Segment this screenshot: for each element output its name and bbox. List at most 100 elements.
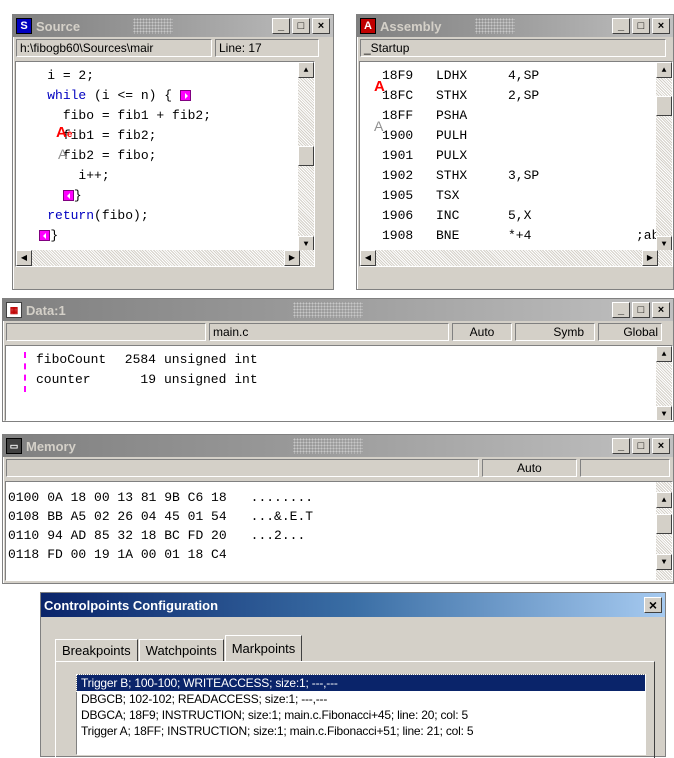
close-button[interactable]: × [652, 302, 670, 318]
maximize-button[interactable]: □ [632, 438, 650, 454]
scroll-thumb[interactable] [656, 514, 672, 534]
source-window-icon: S [16, 18, 32, 34]
variable-row[interactable]: counter 19 unsigned int [36, 372, 258, 387]
close-button[interactable]: × [652, 18, 670, 34]
assembly-row[interactable]: 18FF PSHA [382, 108, 672, 123]
tab-watchpoints[interactable]: Watchpoints [138, 639, 224, 662]
scroll-right-icon[interactable]: ▶ [284, 250, 300, 266]
assembly-window: A Assembly _ □ × _Startup 18F9 LDHX 4,SP 18… [356, 14, 674, 290]
memory-row[interactable]: 0100 0A 18 00 13 81 9B C6 18........ [8, 490, 313, 505]
assembly-row[interactable]: 1906 INC 5,X [382, 208, 672, 223]
list-item[interactable]: Trigger B; 100-100; WRITEACCESS; size:1;… [76, 674, 646, 692]
data-format[interactable]: Symb [515, 323, 595, 341]
breakpoint-disabled-icon[interactable]: A [374, 118, 383, 134]
tab-breakpoints[interactable]: Breakpoints [55, 639, 138, 662]
scroll-down-icon[interactable]: ▼ [656, 554, 672, 570]
markpoints-panel: Trigger B; 100-100; WRITEACCESS; size:1;… [55, 661, 655, 758]
scroll-left-icon[interactable]: ◀ [360, 250, 376, 266]
memory-row[interactable]: 0118 FD 00 19 1A 00 01 18 C4 [8, 547, 251, 562]
assembly-row[interactable]: 1900 PULH [382, 128, 672, 143]
minimize-button[interactable]: _ [612, 302, 630, 318]
assembly-window-icon: A [360, 18, 376, 34]
vertical-scrollbar[interactable]: ▲ ▼ [656, 482, 672, 580]
code-line: i = 2; [47, 68, 95, 83]
variable-row[interactable]: fiboCount 2584 unsigned int [36, 352, 258, 367]
scroll-up-icon[interactable]: ▲ [298, 62, 314, 78]
maximize-button[interactable]: □ [632, 302, 650, 318]
markpoint-icon[interactable] [62, 190, 74, 202]
minimize-button[interactable]: _ [612, 438, 630, 454]
minimize-button[interactable]: _ [272, 18, 290, 34]
memory-window: ▭ Memory _ □ × Auto 0100 0A 18 00 13 81 9… [2, 434, 674, 584]
minimize-button[interactable]: _ [612, 18, 630, 34]
dialog-title: Controlpoints Configuration [44, 597, 219, 613]
vertical-scrollbar[interactable]: ▲ ▼ [656, 62, 672, 252]
code-line: } [16, 188, 82, 203]
close-button[interactable]: × [312, 18, 330, 34]
scroll-up-icon[interactable]: ▲ [656, 346, 672, 362]
list-item[interactable]: DBGCA; 18F9; INSTRUCTION; size:1; main.c… [77, 707, 645, 723]
data-window: ▦ Data:1 _ □ × main.c Auto Symb Global f… [2, 298, 674, 422]
breakpoint-marker-icon[interactable]: A [374, 78, 385, 95]
data-marker [24, 352, 26, 392]
source-file-path: h:\fibogb60\Sources\mair [16, 39, 212, 57]
assembly-row[interactable]: 1902 STHX 3,SP [382, 168, 672, 183]
scroll-thumb[interactable] [298, 146, 314, 166]
source-code-pane[interactable]: i = 2; while (i <= n) { fibo = fib1 + fi… [15, 61, 315, 267]
memory-dump-pane[interactable]: 0100 0A 18 00 13 81 9B C6 18........ 0108 B… [5, 481, 673, 581]
assembly-row[interactable]: 18F9 LDHX 4,SP [382, 68, 672, 83]
title-pattern [293, 438, 363, 454]
memory-row[interactable]: 0110 94 AD 85 32 18 BC FD 20 ...2... [8, 528, 313, 543]
dialog-titlebar[interactable]: Controlpoints Configuration × [41, 593, 665, 617]
memory-row[interactable]: 0108 BB A5 02 26 04 45 01 54 ...&.E.T [8, 509, 313, 524]
memory-window-icon: ▭ [6, 438, 22, 454]
scroll-up-icon[interactable]: ▲ [656, 492, 672, 508]
assembly-procedure: _Startup [360, 39, 666, 57]
source-titlebar[interactable]: S Source _ □ × [13, 15, 333, 37]
assembly-row[interactable]: 18FC STHX 2,SP [382, 88, 672, 103]
assembly-titlebar[interactable]: A Assembly _ □ × [357, 15, 673, 37]
code-line: fib2 = fibo; [62, 148, 157, 163]
dialog-close-button[interactable]: × [644, 597, 662, 613]
memory-blank-field [580, 459, 670, 477]
horizontal-scrollbar[interactable]: ◀ ▶ [16, 250, 314, 266]
assembly-code-pane[interactable]: 18F9 LDHX 4,SP 18FC STHX 2,SP 18FF PSHA 1900 PULH… [359, 61, 673, 267]
assembly-row[interactable]: 1905 TSX [382, 188, 672, 203]
memory-mode[interactable]: Auto [481, 459, 578, 477]
data-variables-pane[interactable]: fiboCount 2584 unsigned int counter 19 unsign… [5, 345, 673, 421]
tab-markpoints[interactable]: Markpoints [224, 635, 303, 662]
title-pattern [133, 18, 173, 34]
markpoint-icon[interactable] [39, 230, 51, 242]
code-line: return(fibo); [47, 208, 149, 223]
maximize-button[interactable]: □ [292, 18, 310, 34]
data-mode[interactable]: Auto [452, 323, 512, 341]
data-scope[interactable]: Global [598, 323, 662, 341]
list-item[interactable]: DBGCB; 102-102; READACCESS; size:1; ---,… [77, 691, 645, 707]
scroll-thumb[interactable] [656, 96, 672, 116]
list-item[interactable]: Trigger A; 18FF; INSTRUCTION; size:1; ma… [77, 723, 645, 739]
data-titlebar[interactable]: ▦ Data:1 _ □ × [3, 299, 673, 321]
close-button[interactable]: × [652, 438, 670, 454]
code-line: i++; [78, 168, 110, 183]
breakpoint-disabled-icon[interactable]: A [58, 146, 67, 162]
scroll-down-icon[interactable]: ▼ [656, 406, 672, 420]
vertical-scrollbar[interactable]: ▲ ▼ [298, 62, 314, 252]
memory-titlebar[interactable]: ▭ Memory _ □ × [3, 435, 673, 457]
code-line: fib1 = fib2; [62, 128, 157, 143]
breakpoint-marker-icon[interactable]: Ae [56, 124, 72, 141]
maximize-button[interactable]: □ [632, 18, 650, 34]
code-line: while (i <= n) { [16, 88, 191, 103]
vertical-scrollbar[interactable]: ▲ ▼ [656, 346, 672, 420]
scroll-left-icon[interactable]: ◀ [16, 250, 32, 266]
assembly-row[interactable]: 1901 PULX [382, 148, 672, 163]
scroll-right-icon[interactable]: ▶ [642, 250, 658, 266]
scroll-up-icon[interactable]: ▲ [656, 62, 672, 78]
assembly-row[interactable]: 1908 BNE *+4 ;abs [382, 228, 672, 243]
controlpoints-dialog: Controlpoints Configuration × Breakpoint… [40, 592, 666, 758]
title-pattern [475, 18, 515, 34]
horizontal-scrollbar[interactable]: ◀ ▶ [360, 250, 672, 266]
data-module: main.c [209, 323, 449, 341]
code-line: fibo = fib1 + fib2; [62, 108, 212, 123]
controlpoint-list[interactable]: Trigger B; 100-100; WRITEACCESS; size:1;… [76, 674, 646, 755]
markpoint-icon[interactable] [179, 90, 191, 102]
